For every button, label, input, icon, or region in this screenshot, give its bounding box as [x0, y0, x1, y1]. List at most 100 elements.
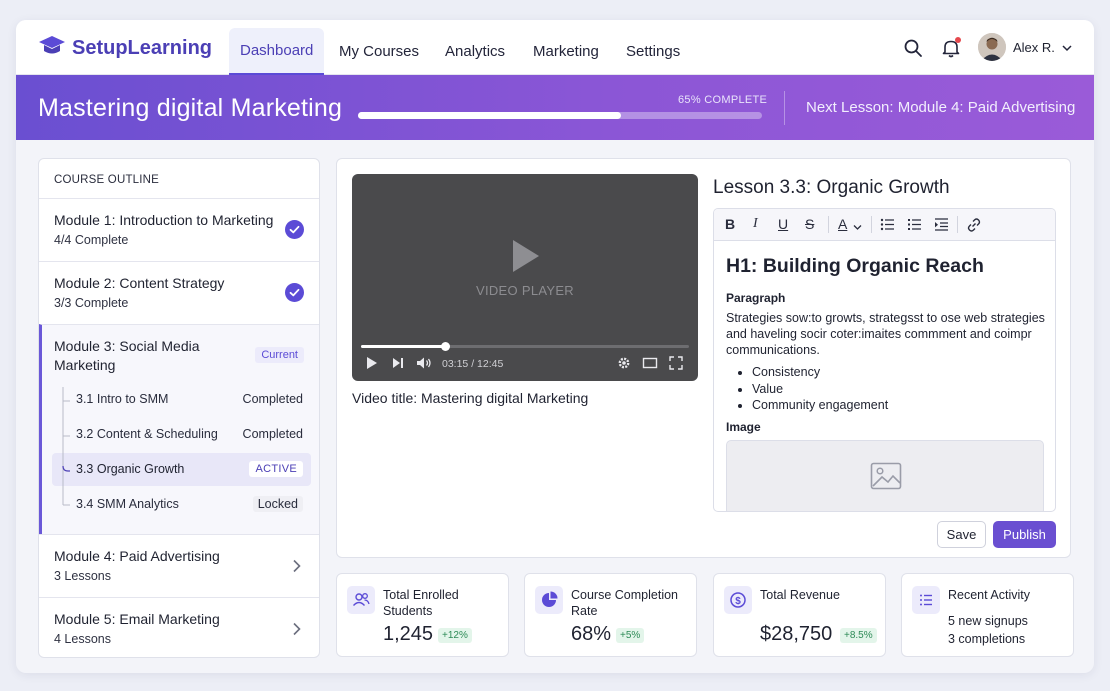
- image-label: Image: [726, 420, 761, 434]
- check-circle-icon: [285, 283, 304, 302]
- stat-label: Course Completion Rate: [571, 588, 678, 618]
- locked-badge: Locked: [252, 496, 303, 512]
- stat-label: Recent Activity: [948, 588, 1030, 602]
- stat-label: Total Enrolled Students: [383, 588, 459, 618]
- lesson-heading: Lesson 3.3: Organic Growth: [713, 177, 950, 198]
- text-color-button[interactable]: A: [838, 216, 847, 232]
- chevron-right-icon: [292, 559, 302, 573]
- video-player[interactable]: VIDEO PLAYER 03:15 / 12:45: [352, 174, 698, 381]
- publish-button[interactable]: Publish: [993, 521, 1056, 548]
- play-icon[interactable]: [511, 238, 541, 279]
- brand-name: SetupLearning: [72, 37, 213, 59]
- course-outline: COURSE OUTLINE Module 1: Introduction to…: [38, 158, 320, 658]
- volume-icon[interactable]: [416, 356, 432, 375]
- lesson-name: 3.4 SMM Analytics: [76, 497, 179, 511]
- list-icon: [912, 586, 940, 614]
- active-badge: ACTIVE: [249, 461, 303, 477]
- stat-label: Total Revenue: [760, 588, 840, 602]
- numbered-list-icon[interactable]: [907, 217, 922, 235]
- list-item: Community engagement: [752, 397, 888, 414]
- bulleted-list-icon[interactable]: [880, 217, 895, 235]
- fullscreen-icon[interactable]: [669, 356, 683, 375]
- nav-tab-settings[interactable]: Settings: [615, 28, 691, 75]
- search-icon[interactable]: [902, 37, 924, 59]
- next-lesson-link[interactable]: Next Lesson: Module 4: Paid Advertising: [806, 99, 1075, 116]
- user-name: Alex R.: [1013, 39, 1055, 55]
- module-2[interactable]: Module 2: Content Strategy 3/3 Complete: [39, 261, 319, 324]
- graduation-cap-icon: [38, 34, 66, 63]
- settings-gear-icon[interactable]: [617, 356, 631, 375]
- chevron-down-icon: [1062, 40, 1072, 55]
- stat-card-revenue: $ Total Revenue $28,750 +8.5%: [713, 573, 886, 657]
- module-name: Module 4: Paid Advertising: [54, 548, 220, 564]
- editor-toolbar: B I U S A: [714, 209, 1055, 241]
- strikethrough-button[interactable]: S: [805, 216, 814, 232]
- check-circle-icon: [285, 220, 304, 239]
- app-window: SetupLearning Dashboard My Courses Analy…: [16, 20, 1094, 673]
- stat-delta-badge: +12%: [438, 628, 472, 643]
- notification-dot: [955, 37, 961, 43]
- toolbar-divider: [957, 216, 958, 233]
- nav-tab-analytics[interactable]: Analytics: [434, 28, 516, 75]
- stat-delta-badge: +5%: [616, 628, 645, 643]
- stat-delta-badge: +8.5%: [840, 628, 877, 643]
- chevron-down-icon[interactable]: [853, 218, 862, 234]
- list-item: Value: [752, 381, 888, 398]
- course-progress-bar: [358, 112, 762, 119]
- italic-button[interactable]: I: [753, 216, 758, 232]
- indent-icon[interactable]: [934, 217, 949, 235]
- course-progress-fill: [358, 112, 621, 119]
- lesson-3-2[interactable]: 3.2 Content & Scheduling Completed: [52, 418, 311, 451]
- editor-bullet-list[interactable]: Consistency Value Community engagement: [752, 364, 888, 414]
- paragraph-label: Paragraph: [726, 291, 786, 305]
- bold-button[interactable]: B: [725, 216, 735, 232]
- module-1[interactable]: Module 1: Introduction to Marketing 4/4 …: [39, 198, 319, 261]
- logo[interactable]: SetupLearning: [38, 34, 212, 63]
- module-progress: 4/4 Complete: [54, 233, 129, 247]
- outline-title: COURSE OUTLINE: [54, 174, 160, 186]
- toolbar-divider: [828, 216, 829, 233]
- header-divider: [784, 91, 785, 125]
- link-icon[interactable]: [966, 217, 982, 236]
- lesson-status: Completed: [242, 392, 303, 406]
- activity-line: 5 new signups: [948, 614, 1028, 628]
- dollar-icon: $: [724, 586, 752, 614]
- lesson-3-1[interactable]: 3.1 Intro to SMM Completed: [52, 383, 311, 416]
- course-header: Mastering digital Marketing 65% COMPLETE…: [16, 75, 1094, 140]
- nav-tab-my-courses[interactable]: My Courses: [328, 28, 430, 75]
- pie-chart-icon: [535, 586, 563, 614]
- theater-mode-icon[interactable]: [642, 356, 658, 375]
- image-icon: [870, 462, 902, 495]
- lesson-3-3[interactable]: 3.3 Organic Growth ACTIVE: [52, 453, 311, 486]
- underline-button[interactable]: U: [778, 216, 788, 232]
- user-menu[interactable]: Alex R.: [978, 33, 1072, 61]
- module-4[interactable]: Module 4: Paid Advertising 3 Lessons: [39, 534, 319, 597]
- video-placeholder-label: VIDEO PLAYER: [475, 283, 574, 298]
- module-3[interactable]: Module 3: Social Media Marketing Current…: [39, 324, 319, 534]
- stat-value: 68%: [571, 623, 612, 645]
- editor-paragraph[interactable]: Strategies sow:to growts, strategsst to …: [726, 310, 1051, 358]
- lesson-status: Completed: [242, 427, 303, 441]
- video-scrubber[interactable]: [361, 342, 689, 351]
- lesson-name: 3.1 Intro to SMM: [76, 392, 169, 406]
- rich-text-editor[interactable]: B I U S A H1: Building Organic Reach Par…: [713, 208, 1056, 512]
- module-5[interactable]: Module 5: Email Marketing 4 Lessons: [39, 597, 319, 657]
- lesson-3-4[interactable]: 3.4 SMM Analytics Locked: [52, 488, 311, 521]
- nav-tab-dashboard[interactable]: Dashboard: [229, 28, 325, 75]
- module-name: Module 1: Introduction to Marketing: [54, 212, 274, 228]
- skip-next-icon[interactable]: [392, 356, 405, 375]
- module-name: Module 2: Content Strategy: [54, 275, 225, 291]
- nav-tab-marketing[interactable]: Marketing: [522, 28, 610, 75]
- video-title: Video title: Mastering digital Marketing: [352, 390, 589, 406]
- play-control-icon[interactable]: [366, 356, 378, 375]
- activity-line: 3 completions: [948, 632, 1026, 646]
- users-icon: [347, 586, 375, 614]
- top-navigation: SetupLearning Dashboard My Courses Analy…: [16, 20, 1094, 75]
- scrubber-knob[interactable]: [440, 342, 450, 351]
- save-button[interactable]: Save: [937, 521, 986, 548]
- avatar: [978, 33, 1006, 61]
- editor-heading[interactable]: H1: Building Organic Reach: [726, 255, 984, 278]
- stat-card-activity: Recent Activity 5 new signups 3 completi…: [901, 573, 1074, 657]
- image-placeholder[interactable]: [726, 440, 1044, 511]
- bell-icon[interactable]: [940, 37, 962, 59]
